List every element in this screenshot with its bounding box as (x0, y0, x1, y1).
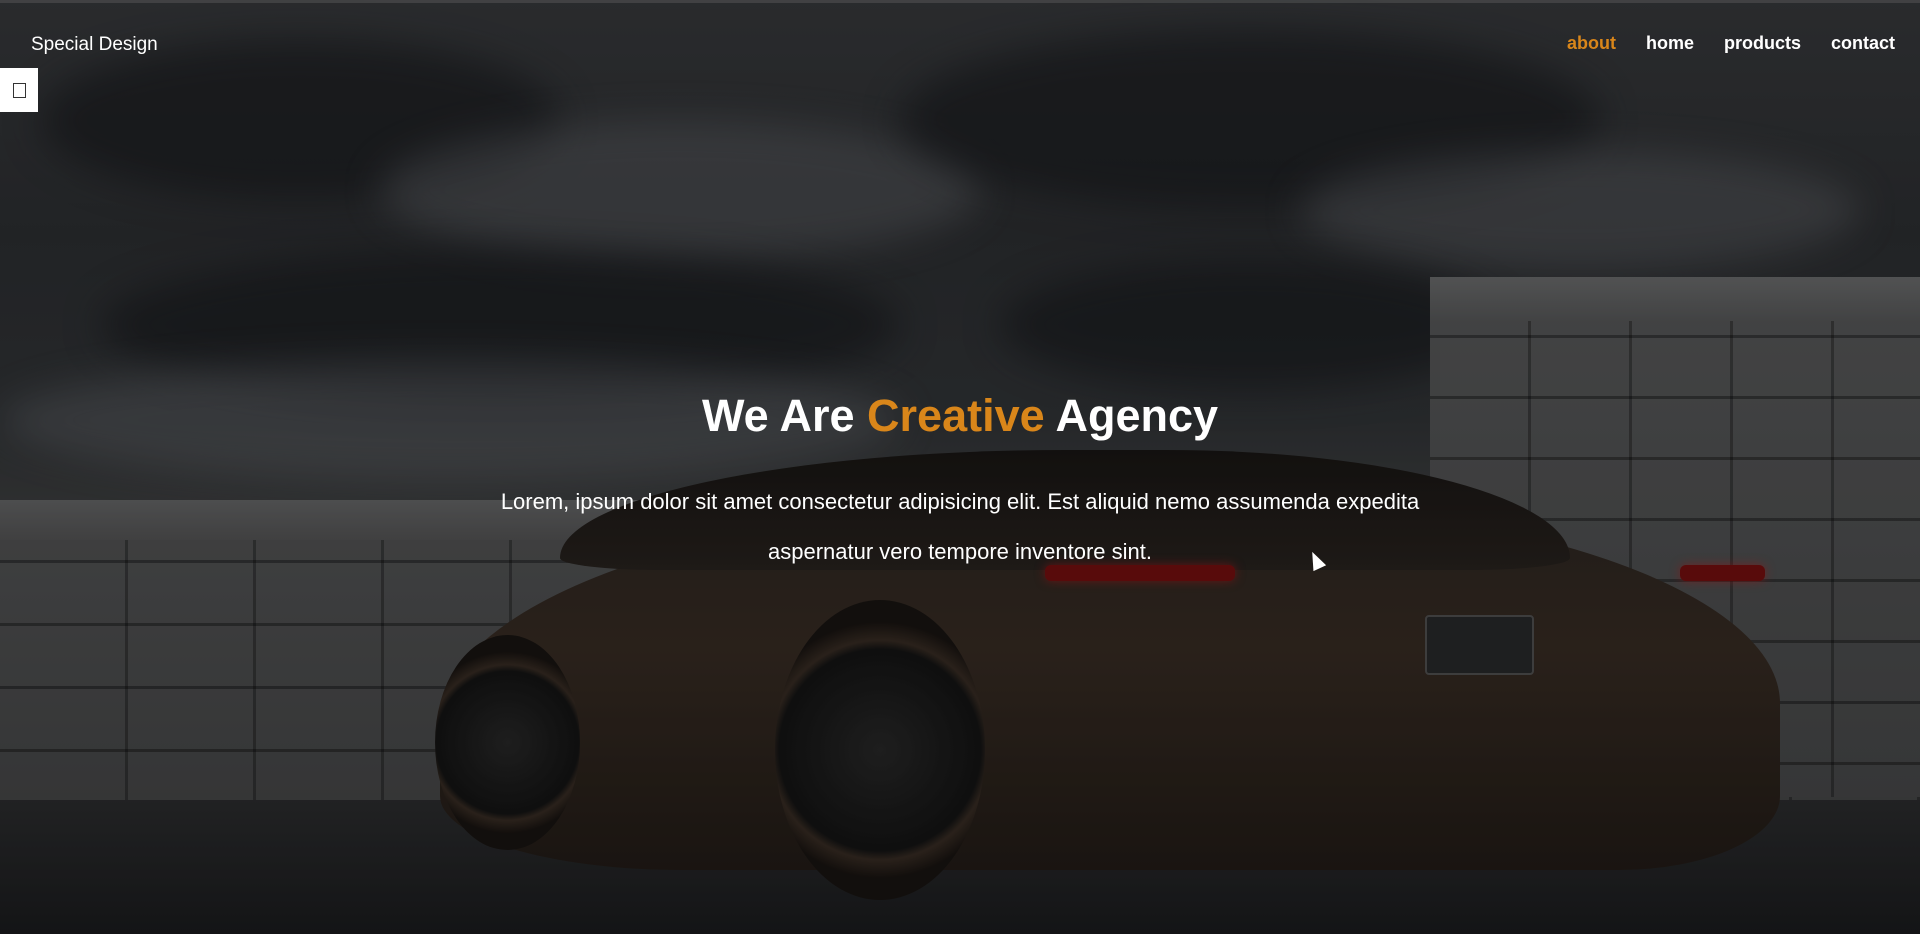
menu-toggle-button[interactable] (0, 68, 38, 112)
square-icon (12, 82, 26, 98)
nav-link-products[interactable]: products (1724, 33, 1801, 54)
hero-section: Special Design about home products conta… (0, 0, 1920, 934)
dark-overlay (0, 0, 1920, 934)
main-nav: about home products contact (1567, 33, 1895, 54)
nav-link-home[interactable]: home (1646, 33, 1694, 54)
hero-headline: We Are Creative Agency (0, 390, 1920, 442)
nav-link-contact[interactable]: contact (1831, 33, 1895, 54)
headline-part2: Agency (1044, 390, 1219, 441)
site-logo[interactable]: Special Design (31, 34, 158, 56)
nav-link-about[interactable]: about (1567, 33, 1616, 54)
headline-accent: Creative (867, 390, 1045, 441)
headline-part1: We Are (701, 390, 868, 441)
